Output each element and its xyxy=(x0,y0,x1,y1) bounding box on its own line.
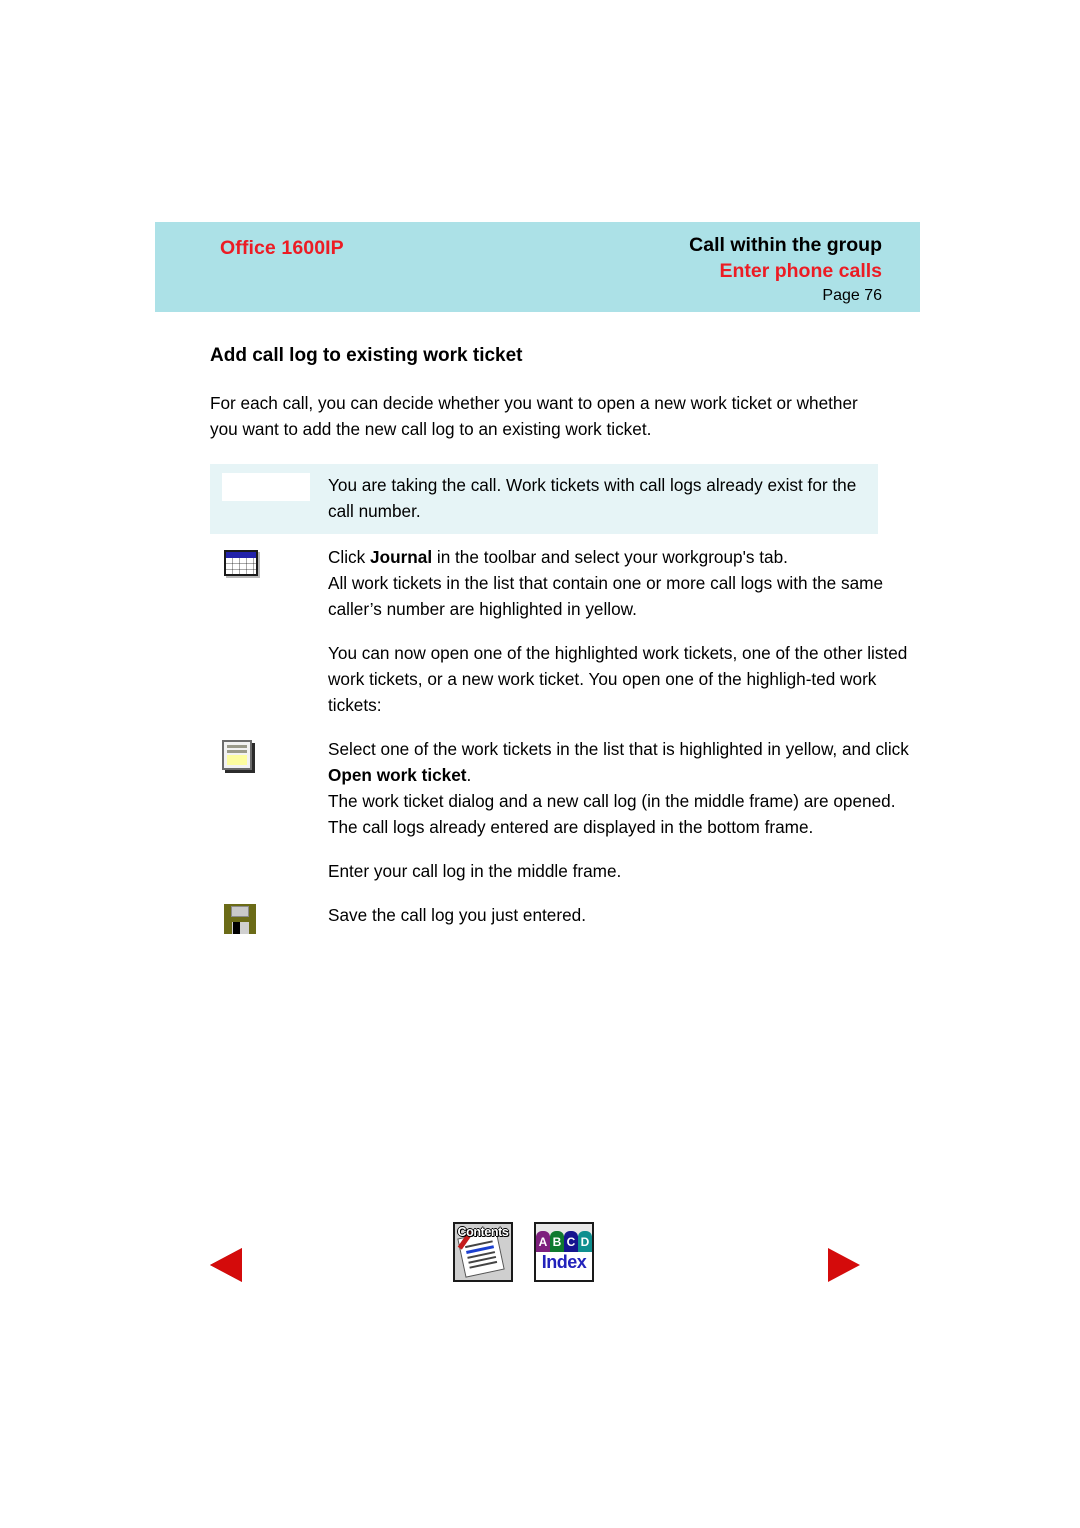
step-save-text: Save the call log you just entered. xyxy=(328,902,922,928)
open-ticket-lead: Select one of the work tickets in the li… xyxy=(328,739,909,759)
index-button-label: Index xyxy=(536,1252,592,1273)
save-icon-slot xyxy=(233,922,240,934)
open-options-paragraph: You can now open one of the highlighted … xyxy=(328,643,908,715)
index-tab-b: B xyxy=(550,1231,564,1254)
journal-icon[interactable] xyxy=(224,550,258,576)
next-page-arrow-icon[interactable] xyxy=(828,1248,860,1282)
journal-bold-term: Journal xyxy=(370,547,433,567)
index-button[interactable]: A B C D Index xyxy=(534,1222,594,1282)
precondition-callout: You are taking the call. Work tickets wi… xyxy=(210,464,878,534)
callout-icon-placeholder xyxy=(222,473,310,501)
page-title: Add call log to existing work ticket xyxy=(210,345,523,366)
step-journal: Click Journal in the toolbar and select … xyxy=(210,544,922,622)
step-gutter xyxy=(210,544,328,576)
step-save: Save the call log you just entered. xyxy=(210,902,922,934)
precondition-text: You are taking the call. Work tickets wi… xyxy=(328,475,857,521)
step-gutter xyxy=(210,902,328,934)
step-enter-call-log: Enter your call log in the middle frame. xyxy=(210,858,922,884)
step-open-work-ticket-text: Select one of the work tickets in the li… xyxy=(328,736,922,840)
ticket-icon-line xyxy=(227,750,247,753)
journal-icon-grid xyxy=(226,558,256,574)
work-ticket-icon[interactable] xyxy=(222,740,252,770)
step-open-options-text: You can now open one of the highlighted … xyxy=(328,640,922,718)
open-ticket-instruction: Select one of the work tickets in the li… xyxy=(328,736,922,788)
journal-instruction-post: in the toolbar and select your workgroup… xyxy=(432,547,788,567)
step-enter-call-log-text: Enter your call log in the middle frame. xyxy=(328,858,922,884)
document-page: Office 1600IP Call within the group Ente… xyxy=(0,0,1080,1528)
index-tab-c: C xyxy=(564,1231,578,1254)
step-gutter xyxy=(210,640,328,641)
product-title: Office 1600IP xyxy=(220,237,344,259)
previous-page-arrow-icon[interactable] xyxy=(210,1248,242,1282)
page-number: Page 76 xyxy=(822,287,882,304)
step-open-work-ticket: Select one of the work tickets in the li… xyxy=(210,736,922,840)
journal-instruction-pre: Click xyxy=(328,547,371,567)
step-gutter xyxy=(210,736,328,770)
step-journal-text: Click Journal in the toolbar and select … xyxy=(328,544,922,622)
step-open-options: You can now open one of the highlighted … xyxy=(210,640,922,718)
contents-button[interactable]: Contents xyxy=(453,1222,513,1282)
save-icon-label xyxy=(231,906,249,917)
index-tab-d: D xyxy=(578,1231,592,1254)
intro-paragraph: For each call, you can decide whether yo… xyxy=(210,393,858,439)
step-journal-instruction: Click Journal in the toolbar and select … xyxy=(328,544,922,570)
page-header-band: Office 1600IP Call within the group Ente… xyxy=(155,222,920,312)
index-tab-a: A xyxy=(536,1231,550,1254)
header-right-group: Call within the group Enter phone calls … xyxy=(689,232,882,308)
step-gutter xyxy=(210,858,328,859)
subsection-heading: Enter phone calls xyxy=(719,260,882,282)
open-ticket-bold-term: Open work ticket xyxy=(328,765,467,785)
contents-button-label: Contents xyxy=(457,1225,509,1239)
content-area: Add call log to existing work ticket For… xyxy=(210,344,922,934)
section-heading: Call within the group xyxy=(689,234,882,256)
save-paragraph: Save the call log you just entered. xyxy=(328,905,586,925)
open-ticket-tail: . xyxy=(466,765,472,785)
save-disk-icon[interactable] xyxy=(224,904,256,934)
step-journal-result: All work tickets in the list that contai… xyxy=(328,573,884,619)
ticket-icon-line xyxy=(227,745,247,748)
ticket-icon-body xyxy=(227,755,247,765)
open-ticket-result: The work ticket dialog and a new call lo… xyxy=(328,791,896,837)
enter-call-log-paragraph: Enter your call log in the middle frame. xyxy=(328,861,622,881)
index-tabs-icon: A B C D xyxy=(536,1224,592,1254)
